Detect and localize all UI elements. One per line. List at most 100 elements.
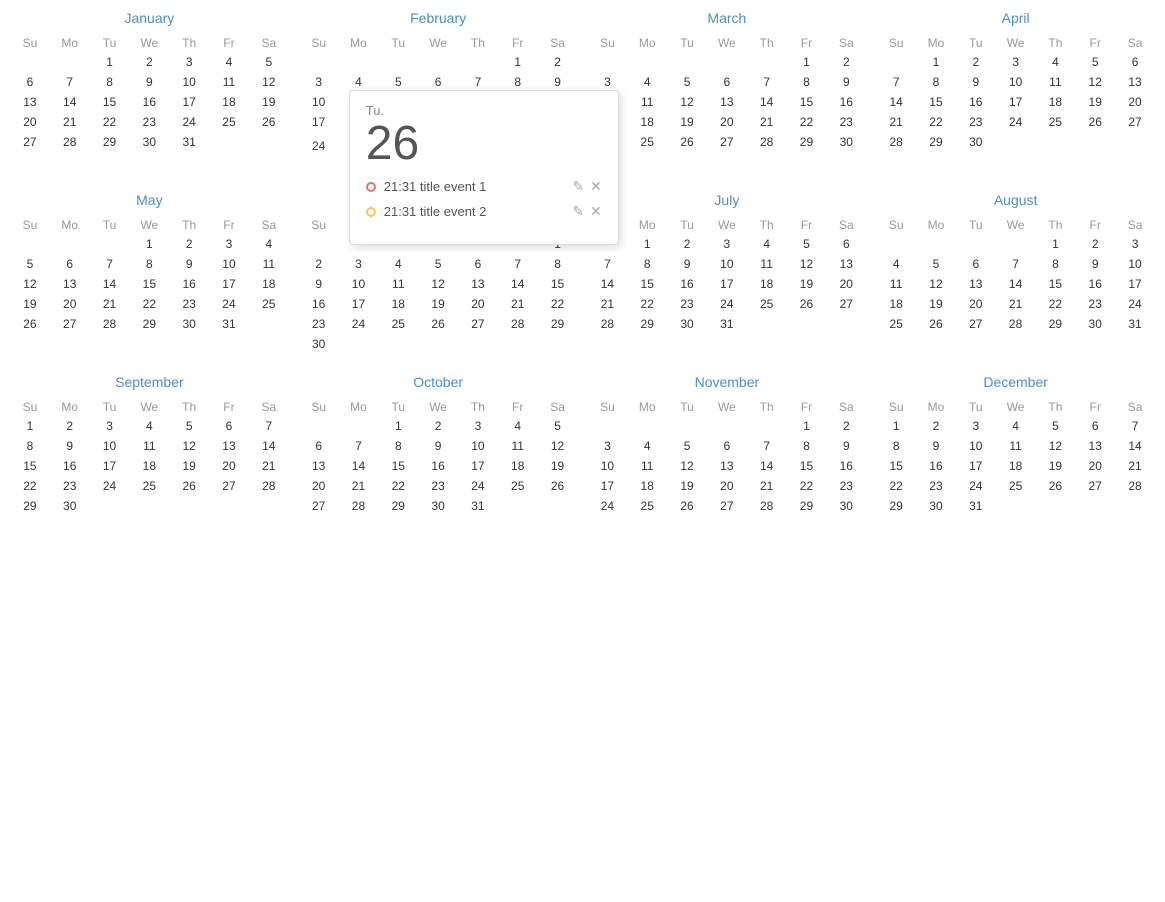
calendar-day[interactable]: 18 (129, 456, 169, 476)
calendar-day[interactable]: 12 (538, 436, 578, 456)
calendar-day[interactable]: 29 (10, 496, 50, 516)
calendar-day[interactable]: 28 (747, 496, 787, 516)
calendar-day[interactable]: 5 (10, 254, 50, 274)
calendar-day[interactable]: 9 (129, 72, 169, 92)
calendar-day[interactable]: 12 (1036, 436, 1076, 456)
calendar-day[interactable]: 16 (916, 456, 956, 476)
calendar-day[interactable]: 2 (418, 416, 458, 436)
calendar-day[interactable]: 27 (1115, 112, 1155, 132)
calendar-day[interactable]: 5 (1075, 52, 1115, 72)
calendar-day[interactable]: 1 (498, 52, 538, 72)
calendar-day[interactable]: 15 (787, 456, 827, 476)
calendar-day[interactable]: 30 (916, 496, 956, 516)
calendar-day[interactable]: 13 (826, 254, 866, 274)
calendar-day[interactable]: 17 (1115, 274, 1155, 294)
calendar-day[interactable]: 18 (378, 294, 418, 314)
calendar-day[interactable]: 24 (299, 132, 339, 160)
calendar-day[interactable]: 4 (627, 72, 667, 92)
calendar-day[interactable]: 7 (249, 416, 289, 436)
calendar-day[interactable]: 28 (747, 132, 787, 152)
calendar-day[interactable]: 2 (169, 234, 209, 254)
calendar-day[interactable]: 13 (1115, 72, 1155, 92)
calendar-day[interactable]: 2 (826, 416, 866, 436)
calendar-day[interactable]: 5 (667, 436, 707, 456)
calendar-day[interactable]: 30 (956, 132, 996, 152)
edit-event-button[interactable]: ✎ (572, 178, 584, 195)
calendar-day[interactable]: 13 (1075, 436, 1115, 456)
calendar-day[interactable]: 23 (1075, 294, 1115, 314)
calendar-day[interactable]: 5 (787, 234, 827, 254)
calendar-day[interactable]: 23 (129, 112, 169, 132)
calendar-day[interactable]: 25 (209, 112, 249, 132)
calendar-day[interactable]: 25 (1036, 112, 1076, 132)
calendar-day[interactable]: 27 (299, 496, 339, 516)
calendar-day[interactable]: 28 (498, 314, 538, 334)
calendar-day[interactable]: 4 (627, 436, 667, 456)
calendar-day[interactable]: 17 (956, 456, 996, 476)
calendar-day[interactable]: 25 (498, 476, 538, 496)
calendar-day[interactable]: 26 (667, 496, 707, 516)
calendar-day[interactable]: 11 (627, 92, 667, 112)
calendar-day[interactable]: 10 (299, 92, 339, 112)
calendar-day[interactable]: 14 (876, 92, 916, 112)
calendar-day[interactable]: 3 (956, 416, 996, 436)
calendar-day[interactable]: 22 (916, 112, 956, 132)
calendar-day[interactable]: 28 (50, 132, 90, 152)
calendar-day[interactable]: 18 (876, 294, 916, 314)
calendar-day[interactable]: 9 (299, 274, 339, 294)
calendar-day[interactable]: 17 (299, 112, 339, 132)
calendar-day[interactable]: 6 (956, 254, 996, 274)
calendar-day[interactable]: 22 (876, 476, 916, 496)
calendar-day[interactable]: 21 (50, 112, 90, 132)
calendar-day[interactable]: 9 (826, 436, 866, 456)
calendar-day[interactable]: 2 (956, 52, 996, 72)
calendar-day[interactable]: 15 (1036, 274, 1076, 294)
calendar-day[interactable]: 10 (169, 72, 209, 92)
calendar-day[interactable]: 9 (1075, 254, 1115, 274)
calendar-day[interactable]: 15 (378, 456, 418, 476)
calendar-day[interactable]: 20 (10, 112, 50, 132)
calendar-day[interactable]: 31 (1115, 314, 1155, 334)
calendar-day[interactable]: 11 (876, 274, 916, 294)
calendar-day[interactable]: 12 (916, 274, 956, 294)
calendar-day[interactable]: 26 (787, 294, 827, 314)
calendar-day[interactable]: 9 (538, 72, 578, 92)
calendar-day[interactable]: 16 (50, 456, 90, 476)
calendar-day[interactable]: 21 (339, 476, 379, 496)
calendar-day[interactable]: 24 (956, 476, 996, 496)
calendar-day[interactable]: 7 (50, 72, 90, 92)
calendar-day[interactable]: 15 (538, 274, 578, 294)
calendar-day[interactable]: 2 (50, 416, 90, 436)
calendar-day[interactable]: 7 (1115, 416, 1155, 436)
calendar-day[interactable]: 25 (378, 314, 418, 334)
calendar-day[interactable]: 30 (418, 496, 458, 516)
calendar-day[interactable]: 24 (1115, 294, 1155, 314)
calendar-day[interactable]: 18 (498, 456, 538, 476)
calendar-day[interactable]: 2 (129, 52, 169, 72)
calendar-day[interactable]: 18 (1036, 92, 1076, 112)
calendar-day[interactable]: 17 (588, 476, 628, 496)
calendar-day[interactable]: 3 (90, 416, 130, 436)
calendar-day[interactable]: 26 (169, 476, 209, 496)
calendar-day[interactable]: 7 (747, 72, 787, 92)
calendar-day[interactable]: 13 (956, 274, 996, 294)
calendar-day[interactable]: 3 (996, 52, 1036, 72)
calendar-day[interactable]: 22 (787, 112, 827, 132)
calendar-day[interactable]: 19 (1075, 92, 1115, 112)
calendar-day[interactable]: 6 (10, 72, 50, 92)
calendar-day[interactable]: 22 (538, 294, 578, 314)
calendar-day[interactable]: 22 (787, 476, 827, 496)
calendar-day[interactable]: 29 (129, 314, 169, 334)
calendar-day[interactable]: 11 (1036, 72, 1076, 92)
calendar-day[interactable]: 22 (1036, 294, 1076, 314)
calendar-day[interactable]: 27 (707, 132, 747, 152)
calendar-day[interactable]: 31 (707, 314, 747, 334)
calendar-day[interactable]: 1 (90, 52, 130, 72)
calendar-day[interactable]: 3 (1115, 234, 1155, 254)
calendar-day[interactable]: 17 (339, 294, 379, 314)
calendar-day[interactable]: 11 (498, 436, 538, 456)
calendar-day[interactable]: 15 (787, 92, 827, 112)
calendar-day[interactable]: 6 (299, 436, 339, 456)
calendar-day[interactable]: 11 (378, 274, 418, 294)
calendar-day[interactable]: 10 (209, 254, 249, 274)
